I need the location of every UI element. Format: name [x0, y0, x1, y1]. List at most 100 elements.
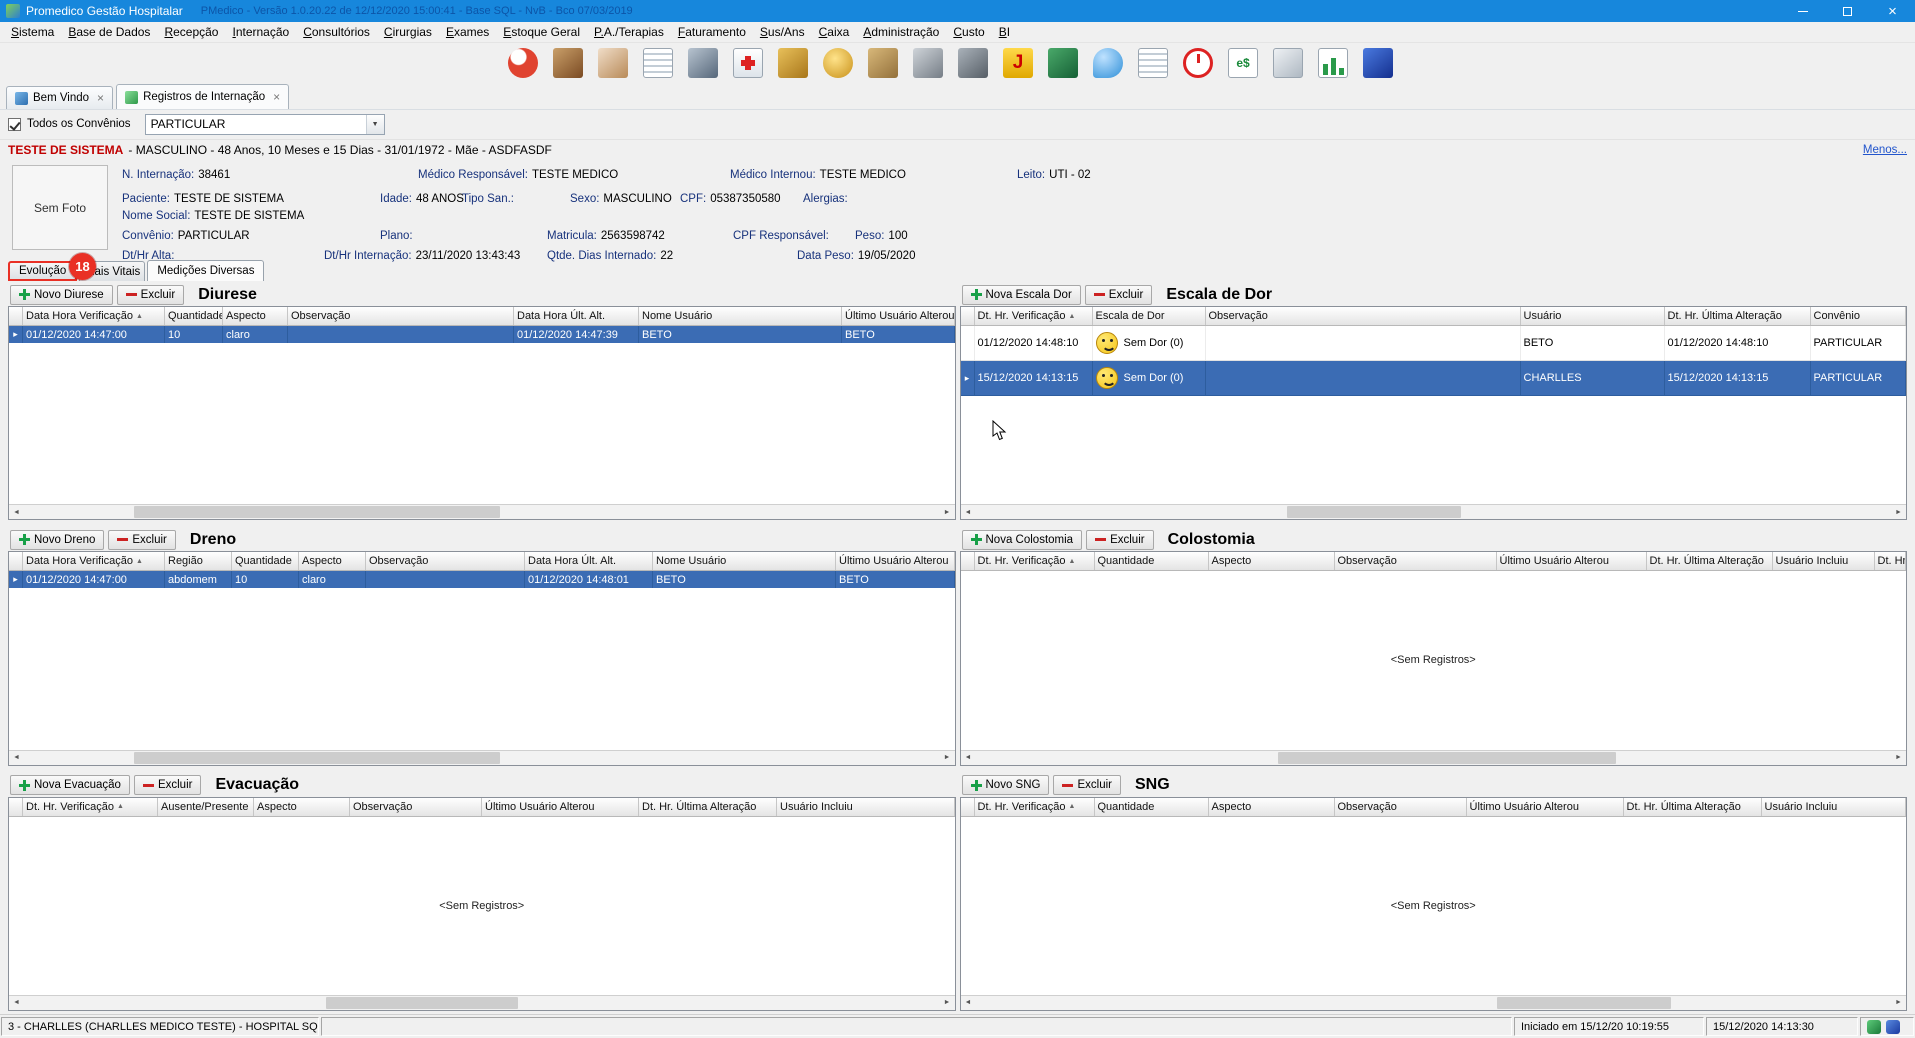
convenio-dropdown[interactable]: PARTICULAR ▼: [145, 114, 385, 135]
column-header[interactable]: Dt. Hr. Verificação▲: [23, 798, 158, 816]
column-header[interactable]: Região: [165, 552, 232, 570]
menu-item-estoque-geral[interactable]: Estoque Geral: [496, 23, 587, 41]
column-header[interactable]: Observação: [366, 552, 525, 570]
subtab-evolucao[interactable]: Evolução: [8, 261, 77, 281]
delete-escala-dor-button[interactable]: Excluir: [1085, 285, 1153, 305]
column-header[interactable]: Dt. Hr. Última Alteração: [1647, 552, 1773, 570]
menu-item-pa-terapias[interactable]: P.A./Terapias: [587, 23, 671, 41]
toolbar-attendant-icon[interactable]: [598, 48, 628, 78]
menu-item-administracao[interactable]: Administração: [856, 23, 946, 41]
column-header[interactable]: Escala de Dor: [1093, 307, 1206, 325]
menu-item-consultorios[interactable]: Consultórios: [296, 23, 377, 41]
minimize-button[interactable]: [1780, 0, 1825, 22]
new-sng-button[interactable]: Novo SNG: [962, 775, 1050, 795]
column-header[interactable]: Usuário: [1521, 307, 1665, 325]
column-header[interactable]: Observação: [350, 798, 482, 816]
menos-link[interactable]: Menos...: [1863, 144, 1907, 156]
menu-item-sistema[interactable]: Sistema: [4, 23, 61, 41]
toolbar-ledger-icon[interactable]: [1048, 48, 1078, 78]
column-header[interactable]: Usuário Incluiu: [777, 798, 955, 816]
scroll-right-icon[interactable]: ►: [1891, 505, 1906, 519]
toolbar-chart-icon[interactable]: [1318, 48, 1348, 78]
menu-item-custo[interactable]: Custo: [946, 23, 991, 41]
table-row[interactable]: ▸ 15/12/2020 14:13:15 Sem Dor (0) CHARLL…: [961, 361, 1907, 396]
subtab-medicoes-diversas[interactable]: Medições Diversas: [147, 260, 264, 281]
column-header[interactable]: Observação: [288, 307, 514, 325]
column-header[interactable]: Aspecto: [1209, 798, 1335, 816]
scroll-thumb[interactable]: [134, 752, 500, 764]
column-header[interactable]: Dt. Hr.: [1875, 552, 1907, 570]
scroll-left-icon[interactable]: ◄: [961, 751, 976, 765]
toolbar-equipment-icon[interactable]: [958, 48, 988, 78]
scroll-thumb[interactable]: [326, 997, 518, 1009]
column-header[interactable]: Nome Usuário: [653, 552, 836, 570]
column-header[interactable]: Observação: [1206, 307, 1521, 325]
column-header[interactable]: Usuário Incluiu: [1773, 552, 1875, 570]
scroll-thumb[interactable]: [1278, 752, 1617, 764]
column-header[interactable]: Nome Usuário: [639, 307, 842, 325]
tab-bem-vindo[interactable]: Bem Vindo ×: [6, 86, 113, 109]
column-header[interactable]: Quantidade: [1095, 798, 1209, 816]
maximize-button[interactable]: [1825, 0, 1870, 22]
menu-item-internacao[interactable]: Internação: [225, 23, 296, 41]
menu-item-caixa[interactable]: Caixa: [812, 23, 857, 41]
menu-item-cirurgias[interactable]: Cirurgias: [377, 23, 439, 41]
delete-colostomia-button[interactable]: Excluir: [1086, 530, 1154, 550]
toolbar-stock-icon[interactable]: [868, 48, 898, 78]
toolbar-globe-icon[interactable]: [508, 48, 538, 78]
scroll-right-icon[interactable]: ►: [940, 996, 955, 1010]
toolbar-billing-icon[interactable]: [823, 48, 853, 78]
menu-item-base-de-dados[interactable]: Base de Dados: [61, 23, 157, 41]
app-icon[interactable]: [6, 4, 20, 18]
new-evacuacao-button[interactable]: Nova Evacuação: [10, 775, 130, 795]
menu-item-faturamento[interactable]: Faturamento: [671, 23, 753, 41]
scroll-left-icon[interactable]: ◄: [9, 996, 24, 1010]
column-header[interactable]: Último Usuário Alterou: [836, 552, 955, 570]
new-dreno-button[interactable]: Novo Dreno: [10, 530, 104, 550]
toolbar-chat-icon[interactable]: [1093, 48, 1123, 78]
new-diurese-button[interactable]: Novo Diurese: [10, 285, 113, 305]
column-header[interactable]: Dt. Hr. Verificação▲: [975, 552, 1095, 570]
column-header[interactable]: Observação: [1335, 552, 1497, 570]
column-header[interactable]: Usuário Incluiu: [1762, 798, 1907, 816]
close-button[interactable]: ×: [1870, 0, 1915, 22]
tab-registros-de-internacao[interactable]: Registros de Internação ×: [116, 84, 289, 109]
scroll-thumb[interactable]: [134, 506, 500, 518]
column-header[interactable]: Data Hora Últ. Alt.: [525, 552, 653, 570]
toolbar-power-icon[interactable]: [1183, 48, 1213, 78]
close-tab-icon[interactable]: ×: [97, 92, 104, 104]
column-header[interactable]: Quantidade: [1095, 552, 1209, 570]
column-header[interactable]: Data Hora Verificação▲: [23, 307, 165, 325]
menu-item-recepcao[interactable]: Recepção: [157, 23, 225, 41]
close-tab-icon[interactable]: ×: [273, 91, 280, 103]
menu-item-bi[interactable]: BI: [992, 23, 1017, 41]
menu-item-sus-ans[interactable]: Sus/Ans: [753, 23, 812, 41]
column-header[interactable]: Último Usuário Alterou: [482, 798, 639, 816]
column-header[interactable]: Ausente/Presente: [158, 798, 254, 816]
column-header[interactable]: Convênio: [1811, 307, 1907, 325]
column-header[interactable]: Aspecto: [1209, 552, 1335, 570]
column-header[interactable]: Observação: [1335, 798, 1467, 816]
delete-sng-button[interactable]: Excluir: [1053, 775, 1121, 795]
toolbar-documents-icon[interactable]: [1273, 48, 1303, 78]
scroll-thumb[interactable]: [1497, 997, 1671, 1009]
column-header[interactable]: Último Usuário Alterou: [842, 307, 955, 325]
column-header[interactable]: Dt. Hr. Última Alteração: [1624, 798, 1762, 816]
scroll-left-icon[interactable]: ◄: [9, 505, 24, 519]
column-header[interactable]: Último Usuário Alterou: [1467, 798, 1624, 816]
column-header[interactable]: Aspecto: [223, 307, 288, 325]
delete-diurese-button[interactable]: Excluir: [117, 285, 185, 305]
scroll-thumb[interactable]: [1287, 506, 1461, 518]
column-header[interactable]: Quantidade: [232, 552, 299, 570]
toolbar-transport-icon[interactable]: [688, 48, 718, 78]
table-row[interactable]: ▸ 01/12/2020 14:47:00 10 claro 01/12/202…: [9, 326, 955, 343]
scroll-right-icon[interactable]: ►: [940, 505, 955, 519]
delete-evacuacao-button[interactable]: Excluir: [134, 775, 202, 795]
table-row[interactable]: 01/12/2020 14:48:10 Sem Dor (0) BETO 01/…: [961, 326, 1907, 361]
menu-item-exames[interactable]: Exames: [439, 23, 496, 41]
chevron-down-icon[interactable]: ▼: [366, 115, 384, 134]
scroll-left-icon[interactable]: ◄: [961, 996, 976, 1010]
scroll-right-icon[interactable]: ►: [940, 751, 955, 765]
todos-convenios-checkbox[interactable]: [8, 118, 21, 131]
column-header[interactable]: Data Hora Verificação▲: [23, 552, 165, 570]
